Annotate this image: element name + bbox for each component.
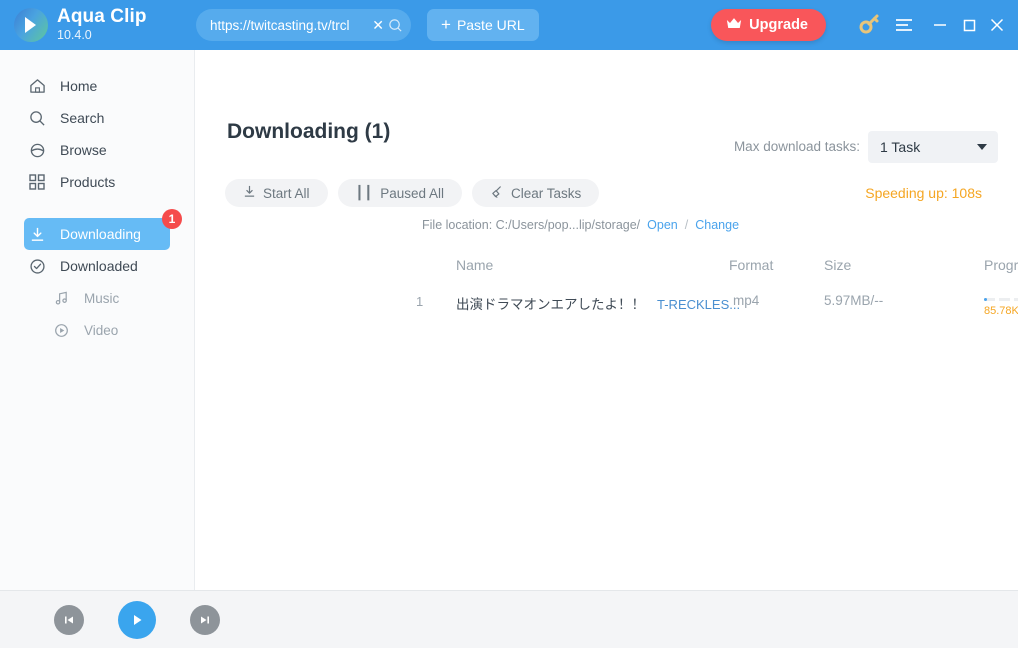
sidebar-item-label: Music: [84, 290, 120, 306]
app-version: 10.4.0: [57, 28, 92, 43]
sidebar-item-music[interactable]: Music: [48, 282, 182, 314]
row-index: 1: [416, 294, 424, 309]
start-all-button[interactable]: Start All: [225, 179, 328, 207]
paste-url-button[interactable]: + Paste URL: [427, 9, 539, 41]
sidebar-item-video[interactable]: Video: [48, 314, 182, 346]
plus-icon: +: [441, 15, 451, 34]
app-logo-play-circle-icon: [14, 8, 48, 42]
browse-globe-icon: [28, 142, 46, 159]
video-play-icon: [52, 323, 70, 338]
file-location-row: File location: C:/Users/pop...lip/storag…: [422, 218, 739, 232]
sidebar-item-label: Video: [84, 322, 119, 338]
table-row[interactable]: 1 出演ドラマオンエアしたよ！！ T-RECKLES... mp4 5.97MB…: [195, 293, 1018, 319]
paused-all-button[interactable]: ┃┃ Paused All: [337, 179, 462, 207]
task-actions-toolbar: Start All ┃┃ Paused All Clear Tasks: [225, 179, 600, 207]
sidebar-item-label: Search: [60, 110, 105, 126]
status-badge: 1: [162, 209, 182, 229]
sidebar-item-home[interactable]: Home: [24, 70, 182, 102]
row-source: T-RECKLES...: [657, 297, 741, 312]
title-bar: Aqua Clip 10.4.0 https://twitcasting.tv/…: [0, 0, 1018, 50]
link-separator: /: [684, 218, 689, 232]
row-size: 5.97MB/--: [824, 293, 884, 308]
paste-url-label: Paste URL: [456, 17, 525, 33]
sidebar-item-search[interactable]: Search: [24, 102, 182, 134]
maximize-icon[interactable]: [955, 0, 983, 50]
broom-icon: [490, 185, 504, 202]
progress-bar: [984, 298, 1018, 301]
app-brand: Aqua Clip 10.4.0: [14, 7, 147, 42]
sidebar: Home Search Browse Products Downloading …: [0, 50, 195, 590]
max-download-tasks-select[interactable]: 1 Task: [868, 131, 998, 163]
sidebar-item-label: Products: [60, 174, 116, 190]
progress-bar-fill: [984, 298, 987, 301]
player-bar: No music 00:00/00:00: [0, 590, 1018, 648]
music-note-icon: [52, 291, 70, 306]
open-folder-link[interactable]: Open: [647, 218, 678, 232]
upgrade-button[interactable]: Upgrade: [711, 9, 826, 41]
chevron-down-icon: [977, 144, 987, 150]
sidebar-item-label: Downloading: [60, 226, 141, 242]
download-icon: [28, 226, 46, 243]
sidebar-item-products[interactable]: Products: [24, 166, 182, 198]
sidebar-item-label: Downloaded: [60, 258, 138, 274]
next-track-button[interactable]: [190, 605, 220, 635]
download-arrow-icon: [243, 185, 256, 201]
search-icon: [28, 110, 46, 127]
clear-tasks-button[interactable]: Clear Tasks: [471, 179, 600, 207]
check-circle-icon: [28, 258, 46, 275]
main-content: Downloading (1) Max download tasks: 1 Ta…: [195, 50, 1018, 590]
start-all-label: Start All: [263, 185, 310, 201]
sidebar-item-label: Browse: [60, 142, 107, 158]
brand-text: Aqua Clip 10.4.0: [57, 7, 147, 42]
close-x-icon[interactable]: ✕: [372, 18, 384, 32]
key-icon[interactable]: [856, 13, 882, 42]
speeding-up-status[interactable]: Speeding up: 108s: [865, 185, 982, 201]
previous-track-button[interactable]: [54, 605, 84, 635]
clear-tasks-label: Clear Tasks: [510, 185, 582, 201]
paused-all-label: Paused All: [380, 185, 444, 201]
app-window: Aqua Clip 10.4.0 https://twitcasting.tv/…: [0, 0, 1018, 648]
search-icon[interactable]: [388, 18, 403, 33]
row-name-cell: 出演ドラマオンエアしたよ！！ T-RECKLES...: [456, 293, 740, 313]
hamburger-menu-icon[interactable]: [890, 0, 918, 50]
column-header-size: Size: [824, 257, 852, 273]
close-icon[interactable]: [983, 0, 1011, 50]
products-grid-icon: [28, 174, 46, 190]
url-input-field[interactable]: https://twitcasting.tv/trcl ✕: [196, 9, 411, 41]
home-icon: [28, 78, 46, 94]
sidebar-item-downloaded[interactable]: Downloaded: [24, 250, 182, 282]
row-title: 出演ドラマオンエアしたよ！！: [456, 297, 645, 312]
upgrade-label: Upgrade: [749, 17, 808, 33]
file-location-label: File location: C:/Users/pop...lip/storag…: [422, 218, 641, 232]
change-folder-link[interactable]: Change: [695, 218, 739, 232]
column-header-name: Name: [456, 257, 494, 273]
sidebar-item-browse[interactable]: Browse: [24, 134, 182, 166]
sidebar-item-downloading[interactable]: Downloading 1: [24, 209, 182, 250]
crown-icon: [726, 17, 742, 34]
column-header-format: Format: [729, 257, 774, 273]
table-header: Name Format Size Progress: [195, 257, 1018, 279]
max-tasks-value: 1 Task: [880, 139, 921, 155]
column-header-progress: Progress: [984, 257, 1018, 273]
row-format: mp4: [733, 293, 760, 308]
minimize-icon[interactable]: [926, 0, 954, 50]
play-button[interactable]: [118, 601, 156, 639]
app-title: Aqua Clip: [57, 6, 147, 28]
url-input-value[interactable]: https://twitcasting.tv/trcl: [210, 18, 370, 33]
page-title: Downloading (1): [227, 120, 391, 143]
row-download-speed: 85.78KB/s: [984, 305, 1018, 317]
row-progress-cell: 85.78KB/s: [984, 298, 1018, 317]
sidebar-item-label: Home: [60, 78, 98, 94]
pause-icon: ┃┃: [355, 185, 374, 200]
max-tasks-label: Max download tasks:: [733, 139, 860, 154]
body: Home Search Browse Products Downloading …: [0, 50, 1018, 590]
